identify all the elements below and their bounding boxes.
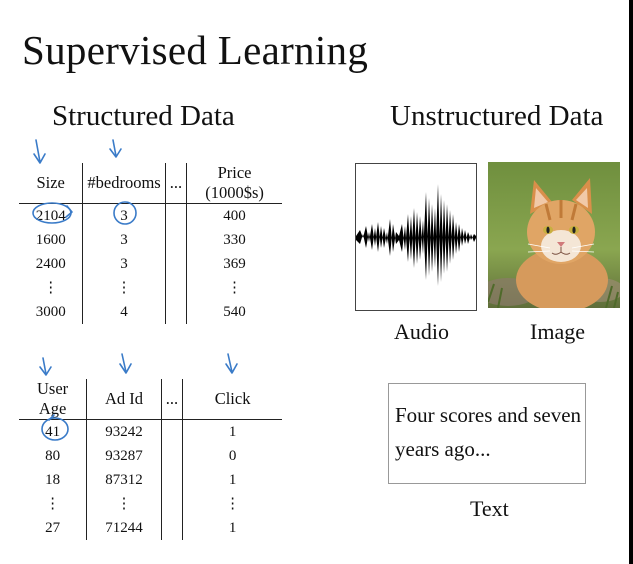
table-row: 2400 3 369	[19, 252, 282, 276]
table-cell: 4	[82, 300, 166, 324]
table-cell	[160, 444, 183, 468]
table-cell: 3	[82, 228, 166, 252]
table-cell: 71244	[86, 516, 162, 540]
text-sample-box: Four scores and seven years ago...	[388, 383, 586, 484]
annotation-arrow	[109, 148, 122, 158]
right-edge-bar	[629, 0, 633, 564]
table-cell: 400	[186, 203, 282, 228]
ellipsis-column-header: ...	[164, 163, 187, 204]
text-caption: Text	[470, 496, 509, 521]
annotation-arrow	[225, 363, 238, 374]
ellipsis-column-header: ...	[160, 379, 183, 420]
column-header: Price (1000$s)	[186, 163, 282, 204]
table-cell: 3	[82, 203, 166, 228]
table-row: 41 93242 1	[19, 419, 282, 444]
table-row: ⋮ ⋮ ⋮	[19, 492, 282, 516]
table-cell	[164, 300, 187, 324]
table-cell: 2400	[35, 256, 66, 272]
table-cell	[160, 468, 183, 492]
table-cell: 41	[45, 424, 61, 440]
table-cell: 0	[182, 444, 282, 468]
cat-icon	[478, 162, 624, 312]
text-sample: Four scores and seven years ago...	[395, 403, 582, 461]
table-cell: 3000	[35, 304, 66, 320]
page-title: Supervised Learning	[22, 27, 369, 73]
table-cell: ⋮	[45, 496, 61, 512]
structured-data-heading: Structured Data	[52, 100, 235, 132]
table-cell: 1	[182, 516, 282, 540]
annotation-arrow	[33, 153, 46, 164]
table-cell: ⋮	[182, 492, 282, 516]
table-cell: ⋮	[82, 276, 166, 300]
column-header: Click	[182, 379, 282, 420]
table-cell: 18	[45, 472, 61, 488]
table-cell: 3	[82, 252, 166, 276]
table-cell: 87312	[86, 468, 162, 492]
table-cell: 1600	[35, 232, 66, 248]
ads-table: User Age Ad Id ... Click 41 93242 1 80 9…	[19, 379, 282, 540]
table-cell: ⋮	[186, 276, 282, 300]
table-row: 1600 3 330	[19, 228, 282, 252]
table-cell: ⋮	[86, 492, 162, 516]
table-cell: 2104	[35, 208, 66, 224]
annotation-arrow	[227, 353, 233, 373]
table-cell: 369	[186, 252, 282, 276]
table-cell	[164, 252, 187, 276]
table-cell	[164, 276, 187, 300]
audio-waveform	[355, 163, 477, 311]
table-row: 18 87312 1	[19, 468, 282, 492]
table-row: 27 71244 1	[19, 516, 282, 540]
table-cell: 27	[45, 520, 61, 536]
table-cell: 330	[186, 228, 282, 252]
table-cell: 93287	[86, 444, 162, 468]
annotation-arrow	[42, 357, 47, 375]
table-cell: 93242	[86, 419, 162, 444]
table-row: 80 93287 0	[19, 444, 282, 468]
annotation-arrow	[39, 366, 52, 376]
table-cell	[160, 492, 183, 516]
annotation-arrow	[35, 139, 41, 163]
column-header: Ad Id	[86, 379, 162, 420]
table-cell: 540	[186, 300, 282, 324]
table-header-row: Size #bedrooms ... Price (1000$s)	[19, 163, 282, 204]
table-cell	[164, 228, 187, 252]
image-caption: Image	[530, 319, 585, 344]
column-header: Size	[19, 163, 83, 204]
housing-table: Size #bedrooms ... Price (1000$s) 2104 3…	[19, 163, 282, 324]
annotation-arrow	[119, 363, 132, 374]
table-cell: 1	[182, 419, 282, 444]
table-cell: 1	[182, 468, 282, 492]
table-header-row: User Age Ad Id ... Click	[19, 379, 282, 420]
cat-image	[478, 162, 624, 312]
table-row: ⋮ ⋮ ⋮	[19, 276, 282, 300]
unstructured-data-heading: Unstructured Data	[390, 100, 604, 132]
column-header: User Age	[19, 379, 87, 420]
waveform-icon	[356, 184, 476, 286]
table-cell	[160, 516, 183, 540]
annotation-arrow	[112, 139, 117, 157]
table-row: 3000 4 540	[19, 300, 282, 324]
table-cell	[164, 203, 187, 228]
table-row: 2104 3 400	[19, 203, 282, 228]
audio-caption: Audio	[394, 319, 449, 344]
annotation-arrow	[121, 353, 127, 373]
table-cell: 80	[45, 448, 61, 464]
column-header: #bedrooms	[82, 163, 166, 204]
table-cell: ⋮	[43, 280, 59, 296]
table-cell	[160, 419, 183, 444]
